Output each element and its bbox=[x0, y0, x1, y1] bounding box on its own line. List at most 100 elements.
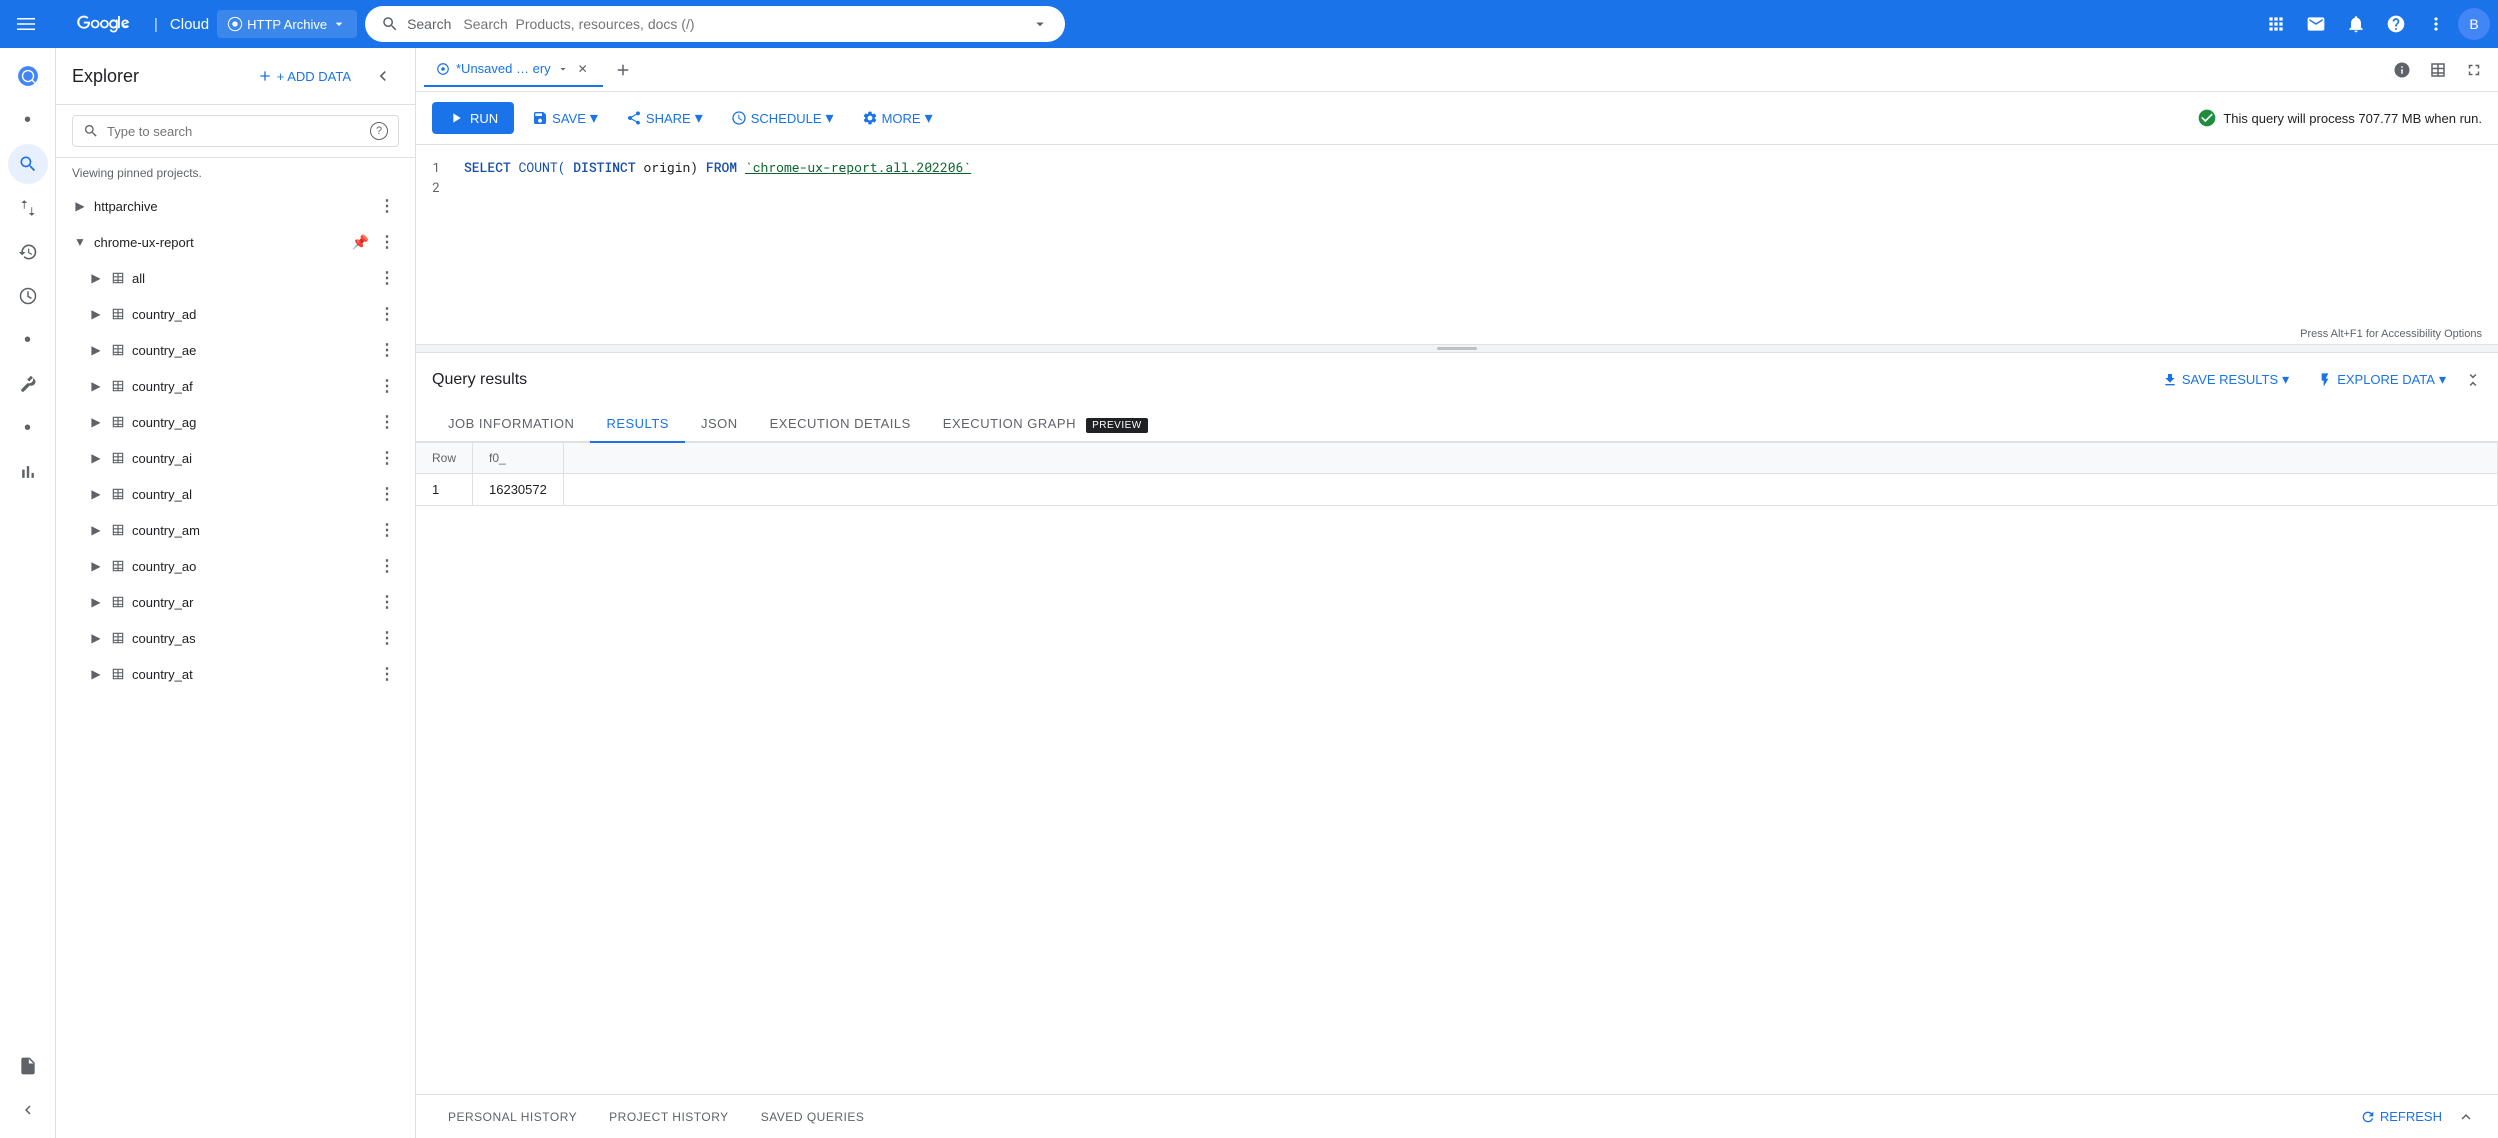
global-search-input[interactable] bbox=[463, 16, 1023, 32]
schedule-nav-icon[interactable] bbox=[8, 276, 48, 316]
code-editor[interactable]: 1 2 SELECT COUNT( DISTINCT origin) FROM … bbox=[416, 145, 2498, 345]
expand-arrow-chrome-ux-report[interactable]: ▼ bbox=[72, 234, 88, 250]
expand-arrow-all[interactable]: ▶ bbox=[88, 270, 104, 286]
help-icon[interactable] bbox=[2378, 6, 2414, 42]
tree-item-country_ao[interactable]: ▶ country_ao ⋮ bbox=[56, 548, 415, 584]
save-icon bbox=[532, 110, 548, 126]
explorer-search-input[interactable] bbox=[107, 124, 362, 139]
save-results-button[interactable]: SAVE RESULTS ▾ bbox=[2152, 365, 2299, 394]
explore-data-button[interactable]: EXPLORE DATA ▾ bbox=[2307, 365, 2456, 394]
dot-nav-top[interactable]: • bbox=[8, 100, 48, 140]
explore-icon bbox=[2317, 372, 2333, 388]
hamburger-menu[interactable] bbox=[8, 6, 44, 42]
collapse-bottom-btn[interactable] bbox=[2450, 1101, 2482, 1133]
more-country_af[interactable]: ⋮ bbox=[375, 374, 399, 398]
tree-item-country_at[interactable]: ▶ country_at ⋮ bbox=[56, 656, 415, 692]
schedule-button[interactable]: SCHEDULE ▾ bbox=[721, 100, 844, 136]
tree-item-country_ar[interactable]: ▶ country_ar ⋮ bbox=[56, 584, 415, 620]
project-selector[interactable]: HTTP Archive bbox=[217, 10, 357, 38]
sidebar-expand-btn[interactable] bbox=[8, 1090, 48, 1130]
tree-item-all[interactable]: ▶ all ⋮ bbox=[56, 260, 415, 296]
more-all[interactable]: ⋮ bbox=[375, 266, 399, 290]
query-notice: This query will process 707.77 MB when r… bbox=[2197, 108, 2482, 128]
tree-item-country_am[interactable]: ▶ country_am ⋮ bbox=[56, 512, 415, 548]
table-view-icon-btn[interactable] bbox=[2422, 54, 2454, 86]
explorer-title: Explorer bbox=[72, 66, 241, 87]
tree-item-country_al[interactable]: ▶ country_al ⋮ bbox=[56, 476, 415, 512]
doc-nav-icon[interactable] bbox=[8, 1046, 48, 1086]
tree-item-httparchive[interactable]: ▶ httparchive ⋮ bbox=[56, 188, 415, 224]
more-country_ai[interactable]: ⋮ bbox=[375, 446, 399, 470]
tree-item-country_ae[interactable]: ▶ country_ae ⋮ bbox=[56, 332, 415, 368]
transfer-nav-icon[interactable] bbox=[8, 188, 48, 228]
refresh-button[interactable]: REFRESH bbox=[2360, 1109, 2442, 1125]
share-icon bbox=[626, 110, 642, 126]
tab-dropdown-icon[interactable] bbox=[557, 63, 569, 75]
help-search-icon[interactable]: ? bbox=[370, 122, 388, 140]
results-expand-icon[interactable] bbox=[2464, 365, 2482, 394]
add-data-button[interactable]: + ADD DATA bbox=[249, 62, 359, 90]
tree-item-country_ag[interactable]: ▶ country_ag ⋮ bbox=[56, 404, 415, 440]
search-bar: Search bbox=[365, 6, 1065, 42]
dot-nav-mid[interactable]: • bbox=[8, 320, 48, 360]
bigquery-icon[interactable] bbox=[8, 56, 48, 96]
tree-item-country_as[interactable]: ▶ country_as ⋮ bbox=[56, 620, 415, 656]
info-icon-btn[interactable] bbox=[2386, 54, 2418, 86]
preview-badge: PREVIEW bbox=[1086, 418, 1148, 433]
tab-saved-queries[interactable]: SAVED QUERIES bbox=[745, 1095, 881, 1138]
grid-apps-icon[interactable] bbox=[2258, 6, 2294, 42]
code-content[interactable]: SELECT COUNT( DISTINCT origin) FROM `chr… bbox=[456, 157, 2498, 197]
table-icon-all bbox=[110, 270, 126, 286]
more-country_ao[interactable]: ⋮ bbox=[375, 554, 399, 578]
resize-handle[interactable] bbox=[416, 345, 2498, 353]
more-country_at[interactable]: ⋮ bbox=[375, 662, 399, 686]
more-country_am[interactable]: ⋮ bbox=[375, 518, 399, 542]
tab-results[interactable]: RESULTS bbox=[590, 406, 685, 443]
tab-project-history[interactable]: PROJECT HISTORY bbox=[593, 1095, 745, 1138]
more-country_ag[interactable]: ⋮ bbox=[375, 410, 399, 434]
more-country_ad[interactable]: ⋮ bbox=[375, 302, 399, 326]
tree-list: ▶ httparchive ⋮ ▼ chrome-ux-report 📌 ⋮ ▶… bbox=[56, 188, 415, 1138]
tree-item-chrome-ux-report[interactable]: ▼ chrome-ux-report 📌 ⋮ bbox=[56, 224, 415, 260]
notifications-icon[interactable] bbox=[2338, 6, 2374, 42]
search-expand-icon[interactable] bbox=[1031, 15, 1049, 33]
email-icon[interactable] bbox=[2298, 6, 2334, 42]
search-nav-icon[interactable] bbox=[8, 144, 48, 184]
chart-nav-icon[interactable] bbox=[8, 452, 48, 492]
tab-close-btn[interactable]: ✕ bbox=[575, 61, 591, 77]
results-table: Row f0_ 1 16230572 bbox=[416, 443, 2498, 506]
tab-execution-graph[interactable]: EXECUTION GRAPH PREVIEW bbox=[927, 406, 1164, 443]
tree-item-country_ad[interactable]: ▶ country_ad ⋮ bbox=[56, 296, 415, 332]
tab-personal-history[interactable]: PERSONAL HISTORY bbox=[432, 1095, 593, 1138]
tree-item-country_af[interactable]: ▶ country_af ⋮ bbox=[56, 368, 415, 404]
explorer-collapse-btn[interactable] bbox=[367, 60, 399, 92]
share-button[interactable]: SHARE ▾ bbox=[616, 100, 713, 136]
tab-unsaved-query[interactable]: *Unsaved … ery ✕ bbox=[424, 53, 603, 87]
tab-execution-details[interactable]: EXECUTION DETAILS bbox=[754, 406, 927, 443]
more-country_al[interactable]: ⋮ bbox=[375, 482, 399, 506]
run-button[interactable]: RUN bbox=[432, 102, 514, 134]
results-table-wrap: Row f0_ 1 16230572 bbox=[416, 443, 2498, 1094]
dot-nav-bot[interactable]: • bbox=[8, 408, 48, 448]
tab-json[interactable]: JSON bbox=[685, 406, 754, 443]
more-button[interactable]: MORE ▾ bbox=[852, 100, 943, 136]
more-icon bbox=[862, 110, 878, 126]
wrench-nav-icon[interactable] bbox=[8, 364, 48, 404]
expand-arrow-httparchive[interactable]: ▶ bbox=[72, 198, 88, 214]
tab-job-information[interactable]: JOB INFORMATION bbox=[432, 406, 590, 443]
more-options-icon[interactable] bbox=[2418, 6, 2454, 42]
more-country_as[interactable]: ⋮ bbox=[375, 626, 399, 650]
tree-item-country_ai[interactable]: ▶ country_ai ⋮ bbox=[56, 440, 415, 476]
fullscreen-icon-btn[interactable] bbox=[2458, 54, 2490, 86]
avatar[interactable]: B bbox=[2458, 8, 2490, 40]
more-country_ae[interactable]: ⋮ bbox=[375, 338, 399, 362]
history-nav-icon[interactable] bbox=[8, 232, 48, 272]
new-tab-button[interactable] bbox=[607, 54, 639, 86]
results-title: Query results bbox=[432, 371, 527, 389]
table-icon-country_at bbox=[110, 666, 126, 682]
more-country_ar[interactable]: ⋮ bbox=[375, 590, 399, 614]
save-button[interactable]: SAVE ▾ bbox=[522, 100, 608, 136]
more-chrome-ux-report[interactable]: ⋮ bbox=[375, 230, 399, 254]
table-row: 1 16230572 bbox=[416, 474, 2498, 506]
more-httparchive[interactable]: ⋮ bbox=[375, 194, 399, 218]
